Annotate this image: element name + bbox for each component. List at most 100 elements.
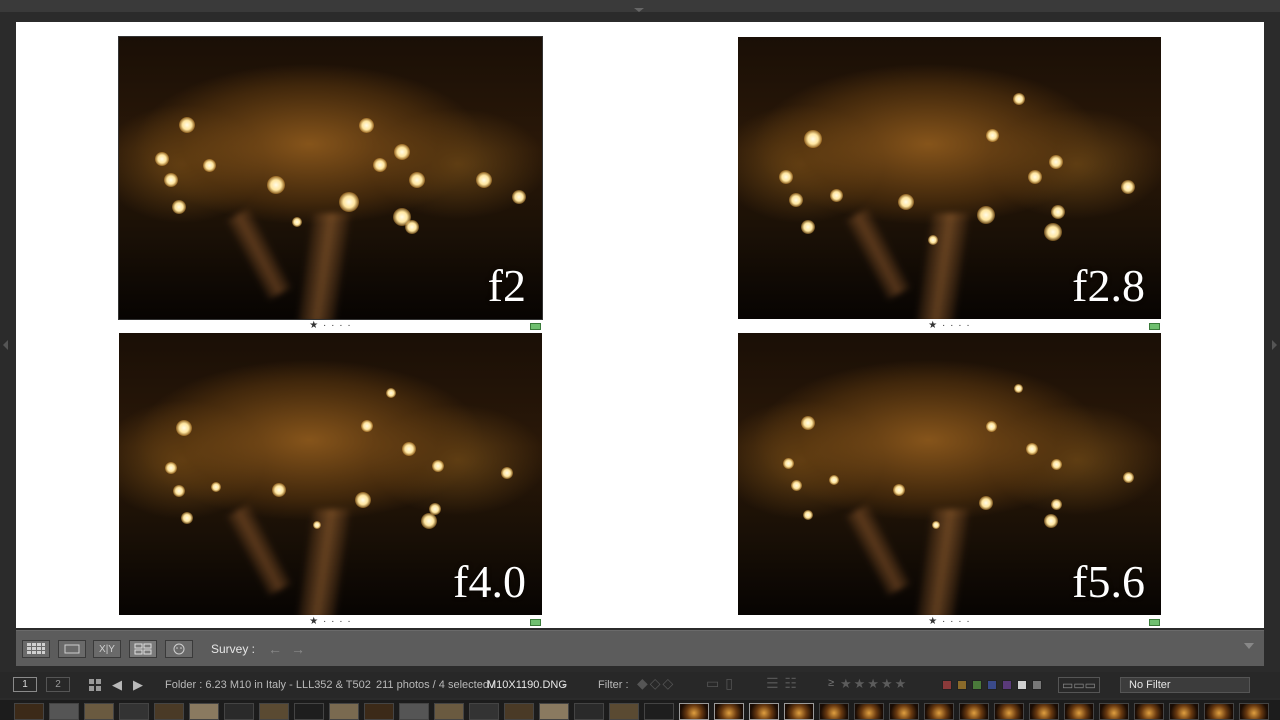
filmstrip-thumbnail[interactable] — [784, 703, 814, 720]
filmstrip-thumbnail[interactable] — [14, 703, 44, 720]
survey-cell-2[interactable]: f2.8 ★ · · · · — [738, 37, 1161, 333]
color-label-icon[interactable] — [530, 619, 541, 626]
filmstrip-thumbnail[interactable] — [154, 703, 184, 720]
filmstrip-thumbnail[interactable] — [1134, 703, 1164, 720]
filmstrip-thumbnail[interactable] — [1169, 703, 1199, 720]
filmstrip-thumbnail[interactable] — [609, 703, 639, 720]
filmstrip-header: 1 2 ◀ ▶ Folder : 6.23 M10 in Italy - LLL… — [0, 672, 1280, 698]
filmstrip-thumbnail[interactable] — [224, 703, 254, 720]
filmstrip-thumbnail[interactable] — [119, 703, 149, 720]
bokeh-light — [176, 420, 192, 436]
selected-filename[interactable]: M10X1190.DNG — [487, 679, 567, 691]
survey-photo[interactable]: f2 — [118, 36, 543, 320]
custom-label-filter[interactable] — [1017, 680, 1027, 690]
filmstrip-thumbnail[interactable] — [434, 703, 464, 720]
no-label-filter[interactable] — [1032, 680, 1042, 690]
collapse-arrow-icon[interactable] — [634, 8, 644, 12]
yellow-label-filter[interactable] — [957, 680, 967, 690]
people-view-button[interactable] — [165, 640, 193, 658]
filmstrip-thumbnail[interactable] — [294, 703, 324, 720]
filmstrip-thumbnail[interactable] — [1204, 703, 1234, 720]
filmstrip-thumbnail[interactable] — [84, 703, 114, 720]
filmstrip-thumbnail[interactable] — [679, 703, 709, 720]
bokeh-light — [1121, 180, 1135, 194]
filename-dropdown-icon[interactable]: ⌄ — [560, 677, 569, 690]
filmstrip-thumbnail[interactable] — [644, 703, 674, 720]
bokeh-light — [803, 510, 813, 520]
survey-view-button[interactable] — [129, 640, 157, 658]
survey-photo[interactable]: f5.6 — [738, 333, 1161, 615]
survey-icon — [134, 643, 152, 655]
edit-filter-icon[interactable]: ☰☷ — [766, 675, 803, 692]
bokeh-light — [432, 460, 444, 472]
purple-label-filter[interactable] — [1002, 680, 1012, 690]
filmstrip-thumbnail[interactable] — [1239, 703, 1269, 720]
color-label-icon[interactable] — [1149, 323, 1160, 330]
filmstrip-thumbnail[interactable] — [819, 703, 849, 720]
bokeh-light — [1028, 170, 1042, 184]
bokeh-light — [1044, 514, 1058, 528]
rating-operator[interactable]: ≥ — [828, 677, 834, 689]
filmstrip-thumbnail[interactable] — [364, 703, 394, 720]
arrow-left-icon[interactable]: ← — [268, 641, 282, 657]
survey-photo[interactable]: f4.0 — [119, 333, 542, 615]
star-rating[interactable]: ★ · · · · — [119, 616, 542, 627]
survey-cell-4[interactable]: f5.6 ★ · · · · — [738, 333, 1161, 629]
survey-photo[interactable]: f2.8 — [738, 37, 1161, 319]
filmstrip-thumbnail[interactable] — [469, 703, 499, 720]
survey-cell-1[interactable]: f2 ★ · · · · — [118, 36, 543, 333]
left-panel-toggle-icon[interactable] — [3, 340, 8, 350]
flag-filter-icon[interactable]: ◆◇◇ — [637, 675, 675, 692]
virtual-copy-filter-icon[interactable]: ▭▯ — [706, 675, 739, 692]
filmstrip-thumbnail[interactable] — [854, 703, 884, 720]
filmstrip-thumbnail[interactable] — [889, 703, 919, 720]
filmstrip-thumbnail[interactable] — [574, 703, 604, 720]
filmstrip-thumbnail[interactable] — [329, 703, 359, 720]
grid-icon[interactable] — [89, 679, 101, 691]
top-panel-toggle[interactable] — [0, 0, 1280, 12]
page-2-button[interactable]: 2 — [46, 677, 70, 692]
green-label-filter[interactable] — [972, 680, 982, 690]
star-rating[interactable]: ★ · · · · — [119, 320, 542, 331]
filmstrip-thumbnail[interactable] — [1029, 703, 1059, 720]
color-label-icon[interactable] — [1149, 619, 1160, 626]
toolbar-menu-chevron-icon[interactable] — [1244, 643, 1254, 649]
kind-filter-icon[interactable]: ▭▭▭ — [1058, 677, 1101, 693]
filmstrip-thumbnail[interactable] — [189, 703, 219, 720]
bokeh-light — [373, 158, 387, 172]
filmstrip-thumbnail[interactable] — [1064, 703, 1094, 720]
bokeh-light — [272, 483, 286, 497]
filmstrip-thumbnail[interactable] — [749, 703, 779, 720]
filter-preset-select[interactable]: No Filter — [1120, 677, 1250, 693]
folder-info[interactable]: Folder : 6.23 M10 in Italy - LLL352 & T5… — [165, 679, 371, 691]
star-rating[interactable]: ★ · · · · — [738, 616, 1161, 627]
compare-view-button[interactable]: X|Y — [93, 640, 121, 658]
filmstrip-thumbnail[interactable] — [259, 703, 289, 720]
filmstrip-thumbnail[interactable] — [959, 703, 989, 720]
right-panel-toggle-icon[interactable] — [1272, 340, 1277, 350]
filmstrip-thumbnail[interactable] — [714, 703, 744, 720]
forward-arrow-icon[interactable]: ▶ — [133, 677, 143, 693]
filmstrip-thumbnail[interactable] — [994, 703, 1024, 720]
filmstrip-thumbnail[interactable] — [539, 703, 569, 720]
filmstrip-thumbnail[interactable] — [1099, 703, 1129, 720]
page-1-button[interactable]: 1 — [13, 677, 37, 692]
filmstrip-thumbnail[interactable] — [399, 703, 429, 720]
color-label-icon[interactable] — [530, 323, 541, 330]
back-arrow-icon[interactable]: ◀ — [112, 677, 122, 693]
filmstrip-thumbnail[interactable] — [504, 703, 534, 720]
blue-label-filter[interactable] — [987, 680, 997, 690]
bokeh-light — [179, 117, 195, 133]
star-rating[interactable]: ★ · · · · — [738, 320, 1161, 331]
rating-filter-stars[interactable]: ★★★★★ — [840, 676, 908, 692]
filmstrip-thumbnail[interactable] — [49, 703, 79, 720]
red-label-filter[interactable] — [942, 680, 952, 690]
bokeh-light — [386, 388, 396, 398]
grid-view-button[interactable] — [22, 640, 50, 658]
bokeh-light — [985, 128, 999, 142]
survey-cell-3[interactable]: f4.0 ★ · · · · — [119, 333, 542, 629]
loupe-view-button[interactable] — [58, 640, 86, 658]
arrow-right-icon[interactable]: → — [291, 641, 305, 657]
filmstrip-thumbnail[interactable] — [924, 703, 954, 720]
bokeh-light — [173, 485, 185, 497]
